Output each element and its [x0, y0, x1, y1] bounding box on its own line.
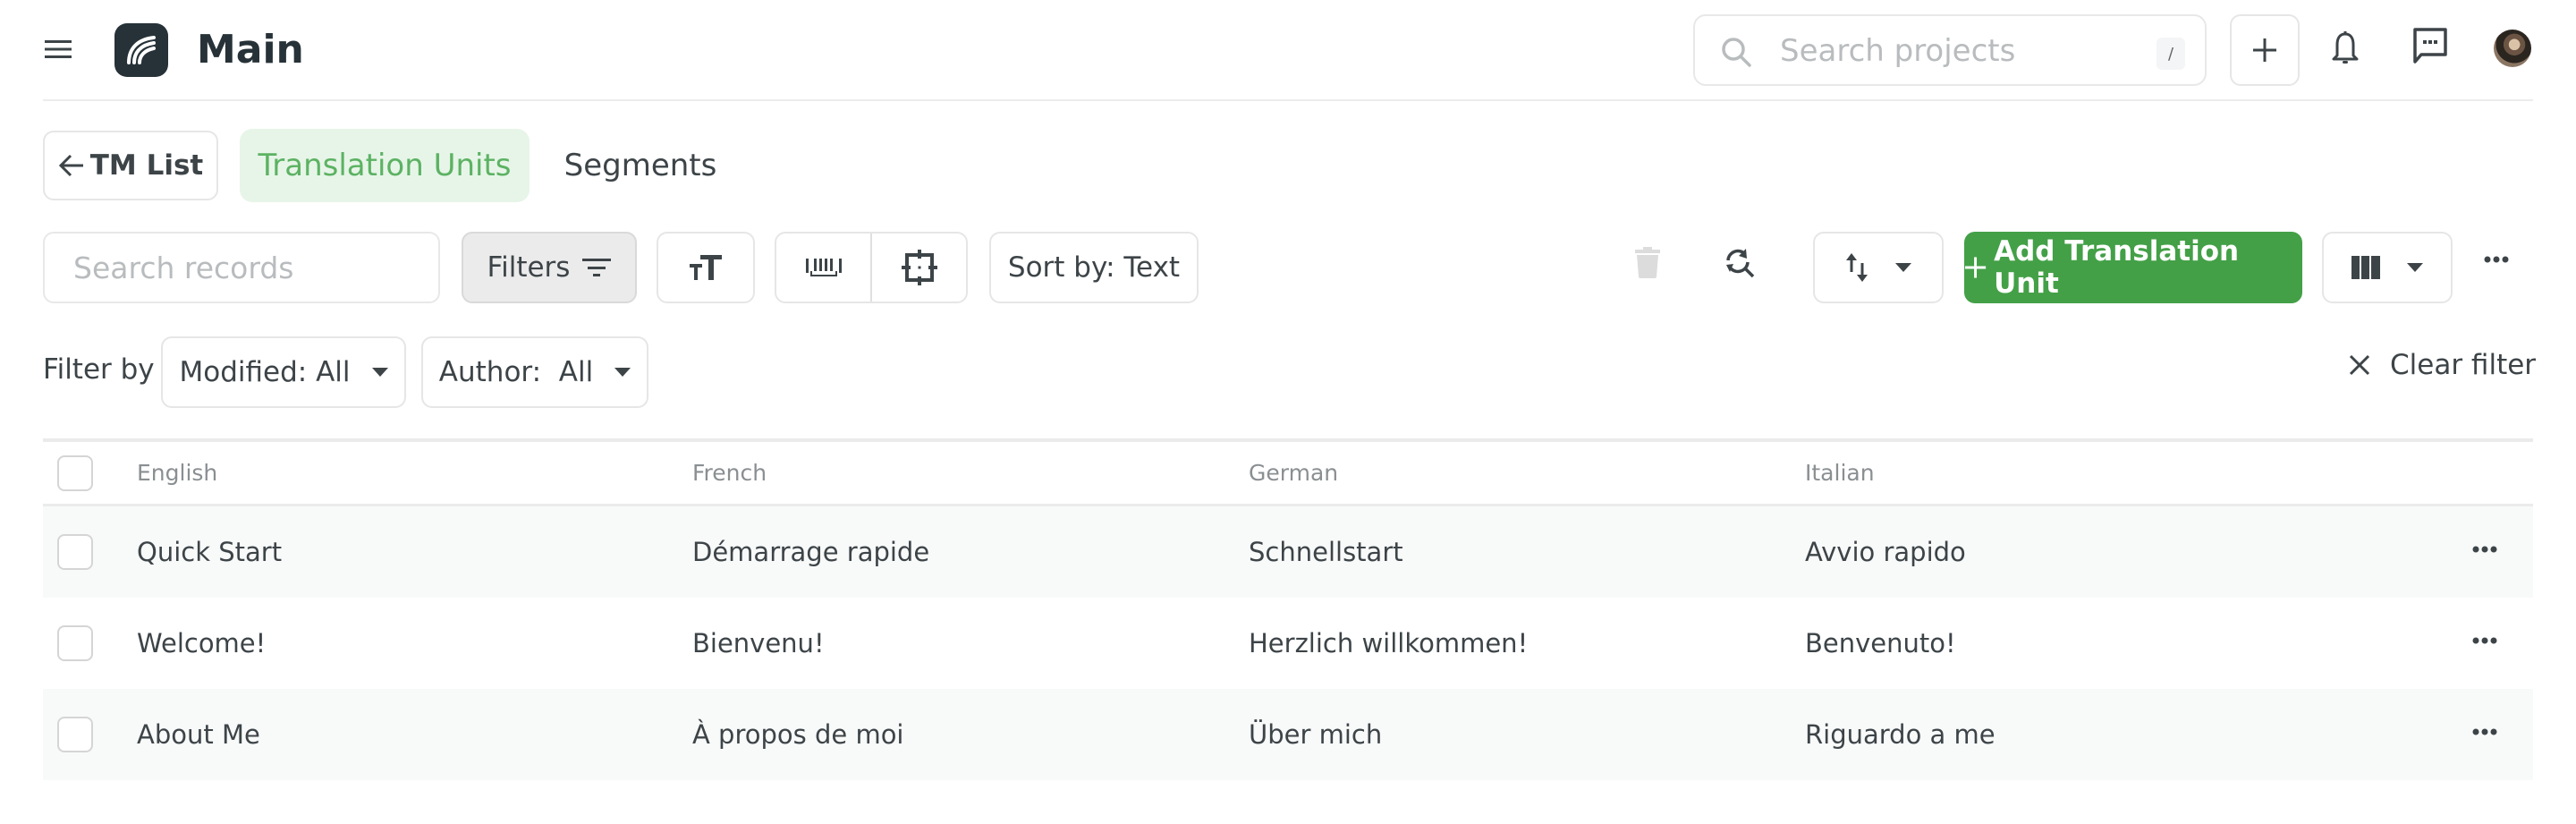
- create-button[interactable]: [2230, 14, 2300, 86]
- row-more-icon[interactable]: [2472, 637, 2497, 644]
- app-logo-icon: [127, 36, 156, 64]
- header-divider: [43, 99, 2533, 101]
- row-more-icon[interactable]: [2472, 546, 2497, 553]
- bell-icon: [2332, 31, 2359, 64]
- author-filter-label: Author: All: [438, 356, 594, 388]
- clear-filter-button[interactable]: Clear filter: [2349, 349, 2536, 381]
- row-checkbox[interactable]: [57, 534, 93, 570]
- plus-icon: [1964, 257, 1987, 278]
- cell-english: About Me: [137, 719, 260, 750]
- arrow-left-icon: [58, 154, 83, 177]
- column-header-italian[interactable]: Italian: [1805, 460, 1875, 486]
- cell-english: Quick Start: [137, 537, 283, 567]
- modified-filter-label: Modified: All: [179, 356, 351, 388]
- filters-label: Filters: [487, 251, 571, 284]
- filters-button[interactable]: Filters: [462, 232, 637, 303]
- app-logo[interactable]: [114, 23, 168, 77]
- column-header-german[interactable]: German: [1249, 460, 1338, 486]
- find-replace-button[interactable]: [1724, 247, 1756, 279]
- back-label: TM List: [89, 149, 204, 182]
- clear-filter-label: Clear filter: [2390, 349, 2537, 381]
- sort-by-button[interactable]: Sort by: Text: [989, 232, 1199, 303]
- row-more-icon[interactable]: [2472, 728, 2497, 735]
- chevron-down-icon: [2407, 263, 2423, 272]
- add-translation-unit-label: Add Translation Unit: [1994, 235, 2240, 300]
- space-bar-icon: [805, 259, 842, 276]
- cell-german: Schnellstart: [1249, 537, 1403, 567]
- show-whitespace-button[interactable]: [776, 234, 870, 302]
- select-all-checkbox[interactable]: [57, 454, 93, 491]
- hamburger-menu-icon: [45, 40, 72, 58]
- focus-center-icon: [901, 250, 937, 285]
- columns-dropdown[interactable]: [2322, 232, 2453, 303]
- more-horizontal-icon: [2484, 256, 2509, 263]
- search-placeholder: Search projects: [1780, 33, 2016, 69]
- project-search-input[interactable]: Search projects /: [1693, 14, 2207, 86]
- column-header-english[interactable]: English: [137, 460, 217, 486]
- font-size-icon: [690, 255, 722, 280]
- notifications-button[interactable]: [2331, 30, 2360, 68]
- cell-italian: Benvenuto!: [1805, 628, 1956, 658]
- search-shortcut-badge: /: [2157, 38, 2185, 70]
- chevron-down-icon: [614, 368, 631, 377]
- cell-german: Über mich: [1249, 719, 1383, 750]
- chat-icon: [2413, 28, 2447, 64]
- plus-icon: [2253, 38, 2276, 62]
- font-size-button[interactable]: [657, 232, 755, 303]
- hamburger-menu-button[interactable]: [43, 34, 73, 64]
- add-translation-unit-button[interactable]: Add Translation Unit: [1964, 232, 2302, 303]
- chevron-down-icon: [1895, 263, 1911, 272]
- focus-mode-button[interactable]: [870, 234, 966, 302]
- filter-lines-icon: [582, 259, 612, 276]
- row-checkbox[interactable]: [57, 625, 93, 661]
- cell-french: À propos de moi: [692, 719, 904, 750]
- author-filter-dropdown[interactable]: Author: All: [421, 336, 648, 408]
- cell-italian: Avvio rapido: [1805, 537, 1966, 567]
- search-records-input[interactable]: Search records: [43, 232, 440, 303]
- translation-units-table: English French German Italian Quick Star…: [43, 438, 2533, 780]
- more-options-button[interactable]: [2484, 256, 2509, 263]
- chevron-down-icon: [371, 368, 388, 377]
- tab-segments[interactable]: Segments: [547, 129, 733, 202]
- find-replace-icon: [1726, 249, 1755, 278]
- cell-german: Herzlich willkommen!: [1249, 628, 1529, 658]
- table-header-row: English French German Italian: [43, 442, 2533, 506]
- app-title: Main: [197, 27, 304, 72]
- cell-french: Démarrage rapide: [692, 537, 930, 567]
- back-to-tm-list-button[interactable]: TM List: [43, 131, 218, 200]
- cell-italian: Riguardo a me: [1805, 719, 1996, 750]
- row-checkbox[interactable]: [57, 717, 93, 752]
- table-row[interactable]: Welcome! Bienvenu! Herzlich willkommen! …: [43, 598, 2533, 689]
- close-icon: [2349, 354, 2370, 376]
- sort-order-icon: [1846, 253, 1868, 282]
- modified-filter-dropdown[interactable]: Modified: All: [161, 336, 406, 408]
- column-header-french[interactable]: French: [692, 460, 767, 486]
- user-avatar[interactable]: [2494, 30, 2531, 67]
- table-row[interactable]: Quick Start Démarrage rapide Schnellstar…: [43, 506, 2533, 598]
- search-icon: [1722, 38, 1751, 67]
- tab-translation-units[interactable]: Translation Units: [240, 129, 530, 202]
- cell-french: Bienvenu!: [692, 628, 825, 658]
- view-toggle-group: [775, 232, 968, 303]
- columns-icon: [2351, 256, 2380, 279]
- sort-order-dropdown[interactable]: [1813, 232, 1944, 303]
- cell-english: Welcome!: [137, 628, 267, 658]
- trash-icon: [1635, 247, 1660, 278]
- messages-button[interactable]: [2412, 27, 2448, 66]
- table-row[interactable]: About Me À propos de moi Über mich Rigua…: [43, 689, 2533, 780]
- delete-button[interactable]: [1635, 247, 1660, 279]
- filter-by-label: Filter by: [43, 353, 155, 386]
- search-records-placeholder: Search records: [73, 251, 294, 285]
